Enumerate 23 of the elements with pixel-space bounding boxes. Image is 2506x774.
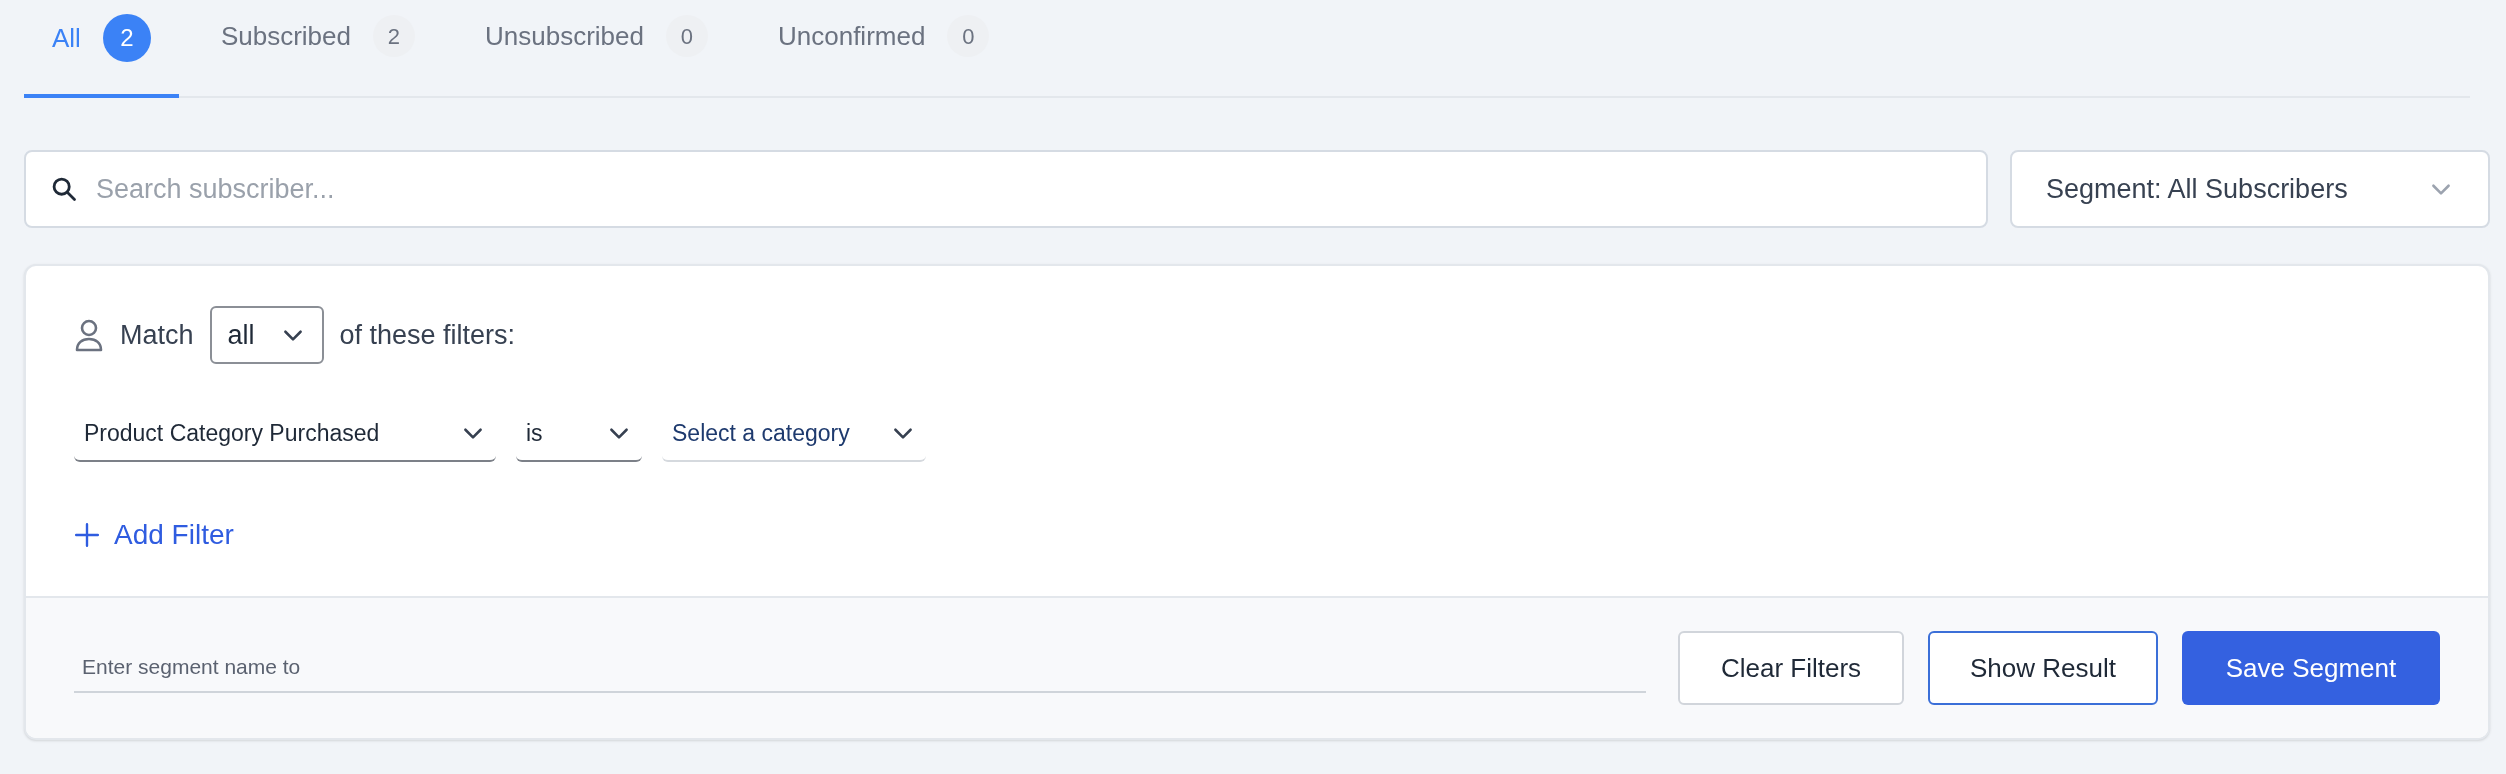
add-filter-link[interactable]: Add Filter bbox=[74, 514, 234, 556]
tab[interactable]: Subscribed bbox=[220, 16, 351, 56]
operator-select[interactable]: is bbox=[516, 406, 642, 462]
count-badge: 0 bbox=[665, 15, 708, 57]
match-select[interactable]: all bbox=[209, 306, 324, 364]
count-badge: 2 bbox=[373, 15, 415, 57]
tab[interactable]: Unsubscribed bbox=[485, 16, 644, 56]
show-result-button[interactable]: Show Result bbox=[1928, 631, 2158, 705]
field-select[interactable]: Product Category Purchased bbox=[74, 406, 496, 462]
match-label: of these filters: bbox=[339, 318, 516, 352]
category-select[interactable]: Select a category bbox=[662, 406, 926, 462]
clear-filters-button[interactable]: Clear Filters bbox=[1678, 631, 1904, 705]
plus-icon bbox=[74, 522, 100, 548]
save-segment-button[interactable]: Save Segment bbox=[2182, 631, 2440, 705]
user-icon bbox=[74, 318, 104, 352]
tab[interactable]: Unconfirmed bbox=[777, 16, 926, 56]
segment-dropdown[interactable]: Segment: All Subscribers bbox=[2010, 150, 2490, 228]
count-badge: 0 bbox=[947, 15, 990, 57]
segment-name-field[interactable]: Enter segment name to bbox=[74, 643, 1646, 693]
search-field[interactable]: Search subscriber... bbox=[24, 150, 1988, 228]
match-label: Match bbox=[120, 318, 194, 352]
search-icon bbox=[50, 175, 78, 203]
count-badge: 2 bbox=[102, 14, 151, 62]
